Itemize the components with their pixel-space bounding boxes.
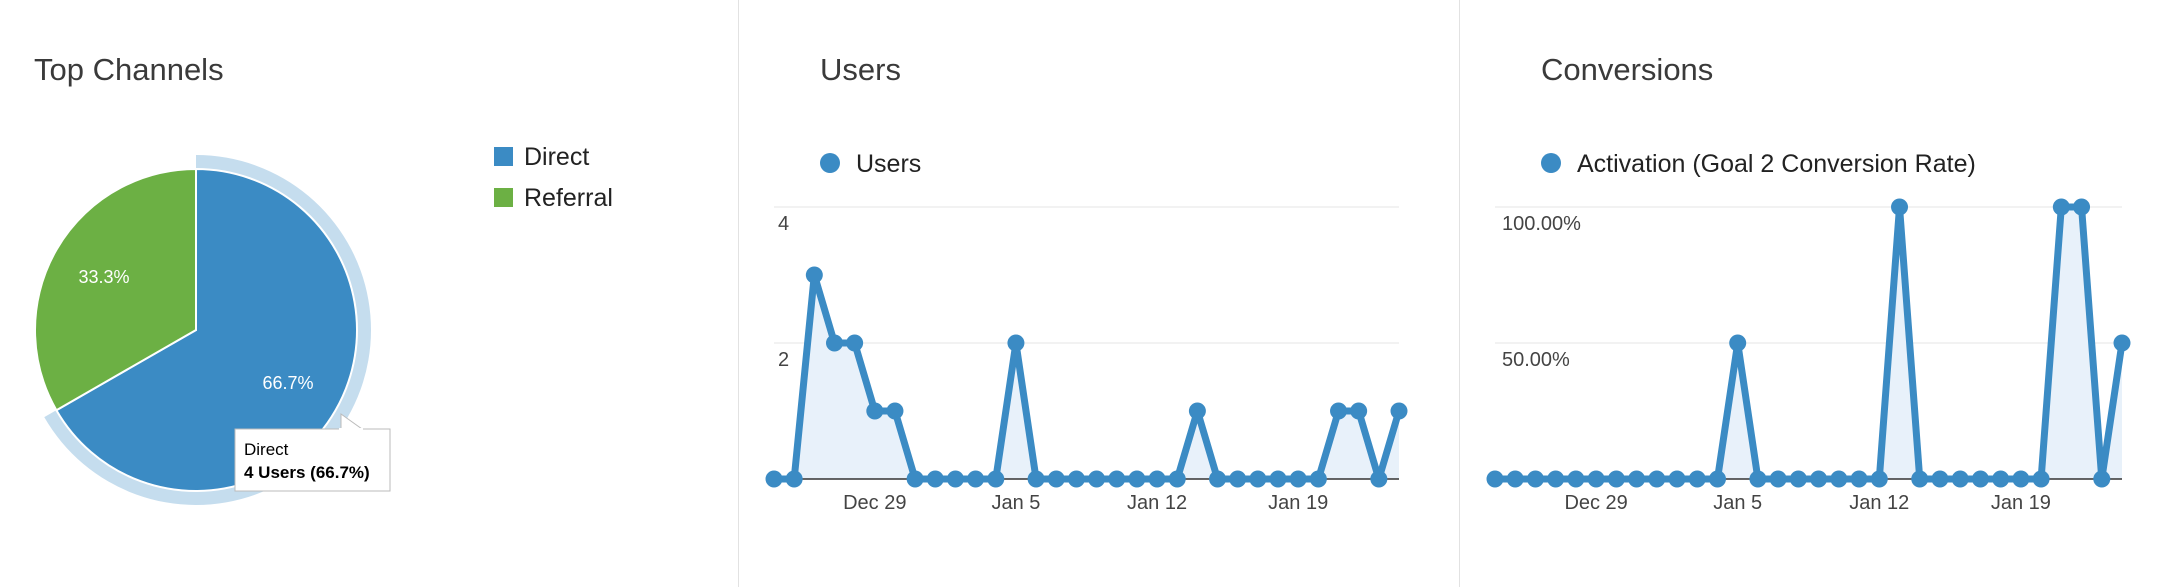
data-point: [1749, 470, 1767, 488]
tooltip-pointer: [340, 413, 364, 430]
data-point: [785, 470, 803, 488]
y-tick-label: 4: [778, 213, 789, 235]
conversions-line-chart: Activation (Goal 2 Conversion Rate) 100.0…: [1486, 150, 2131, 514]
data-point: [1729, 334, 1747, 352]
data-point: [1526, 470, 1544, 488]
data-point: [2012, 470, 2030, 488]
data-point: [2093, 470, 2111, 488]
data-point: [1067, 470, 1085, 488]
data-point: [906, 470, 924, 488]
data-point: [1309, 470, 1327, 488]
users-line-chart: Users 4 2 Dec 29 Jan 5 Jan 12 Jan 19: [765, 150, 1408, 514]
data-point: [1607, 470, 1625, 488]
data-point: [1128, 470, 1146, 488]
data-point: [1289, 470, 1307, 488]
data-point: [1148, 470, 1166, 488]
data-point: [1971, 470, 1989, 488]
data-point: [765, 470, 783, 488]
x-tick-label: Dec 29: [843, 492, 906, 514]
x-tick-label: Jan 5: [1713, 492, 1762, 514]
data-point: [1547, 470, 1565, 488]
pie-slice-label: 66.7%: [262, 373, 313, 393]
data-point: [1931, 470, 1949, 488]
conversions-panel: Conversions Activation (Goal 2 Conversio…: [1460, 0, 2172, 587]
legend-label: Activation (Goal 2 Conversion Rate): [1577, 150, 1976, 178]
data-point: [1088, 470, 1106, 488]
y-tick-label: 50.00%: [1502, 349, 1570, 371]
data-point: [1269, 470, 1287, 488]
users-panel: Users Users 4 2 Dec 29 Jan 5 Jan 12 Jan 19: [739, 0, 1459, 587]
legend-swatch-referral: [494, 188, 513, 207]
data-point: [1027, 470, 1045, 488]
pie-chart: 66.7% 33.3% Direct Referral Direct 4 Users (6…: [34, 143, 613, 505]
x-tick-label: Jan 19: [1991, 492, 2051, 514]
legend-label-referral: Referral: [524, 184, 613, 212]
data-point: [2052, 198, 2070, 216]
data-point: [1350, 402, 1368, 420]
data-point: [1229, 470, 1247, 488]
data-point: [846, 334, 864, 352]
data-point: [1188, 402, 1206, 420]
data-point: [805, 266, 823, 284]
data-point: [1370, 470, 1388, 488]
data-point: [2113, 334, 2131, 352]
data-point: [1648, 470, 1666, 488]
data-point: [1007, 334, 1025, 352]
data-point: [1209, 470, 1227, 488]
data-point: [1911, 470, 1929, 488]
data-point: [2073, 198, 2091, 216]
data-point: [1390, 402, 1408, 420]
data-point: [1850, 470, 1868, 488]
legend-swatch-direct: [494, 147, 513, 166]
data-point: [967, 470, 985, 488]
y-tick-label: 100.00%: [1502, 213, 1581, 235]
x-tick-label: Jan 12: [1127, 492, 1187, 514]
x-tick-label: Jan 12: [1849, 492, 1909, 514]
data-point: [1688, 470, 1706, 488]
data-point: [1047, 470, 1065, 488]
data-point: [825, 334, 843, 352]
data-point: [1168, 470, 1186, 488]
data-point: [1587, 470, 1605, 488]
tooltip-line2: 4 Users (66.7%): [244, 463, 370, 482]
data-point: [1486, 470, 1504, 488]
data-point: [886, 402, 904, 420]
data-point: [1810, 470, 1828, 488]
legend-label: Users: [856, 150, 921, 178]
x-tick-label: Jan 19: [1268, 492, 1328, 514]
tooltip-line1: Direct: [244, 440, 289, 459]
y-tick-label: 2: [778, 349, 789, 371]
data-point: [1628, 470, 1646, 488]
pie-slice-label: 33.3%: [79, 267, 130, 287]
data-point: [1108, 470, 1126, 488]
data-point: [946, 470, 964, 488]
tooltip-pointer-join: [339, 428, 363, 431]
data-point: [2032, 470, 2050, 488]
legend-marker: [820, 153, 840, 173]
data-point: [1789, 470, 1807, 488]
data-point: [866, 402, 884, 420]
x-tick-label: Dec 29: [1564, 492, 1627, 514]
data-point: [987, 470, 1005, 488]
legend-marker: [1541, 153, 1561, 173]
data-point: [1249, 470, 1267, 488]
data-point: [1870, 470, 1888, 488]
x-tick-label: Jan 5: [991, 492, 1040, 514]
data-point: [1708, 470, 1726, 488]
data-point: [1891, 198, 1909, 216]
data-point: [1992, 470, 2010, 488]
data-point: [1506, 470, 1524, 488]
data-point: [1951, 470, 1969, 488]
legend-label-direct: Direct: [524, 143, 589, 171]
data-point: [1769, 470, 1787, 488]
data-point: [1668, 470, 1686, 488]
data-point: [1567, 470, 1585, 488]
data-point: [1330, 402, 1348, 420]
data-point: [926, 470, 944, 488]
top-channels-panel: Top Channels 66.7% 33.3% Direct Referral Dir…: [0, 0, 738, 587]
data-point: [1830, 470, 1848, 488]
